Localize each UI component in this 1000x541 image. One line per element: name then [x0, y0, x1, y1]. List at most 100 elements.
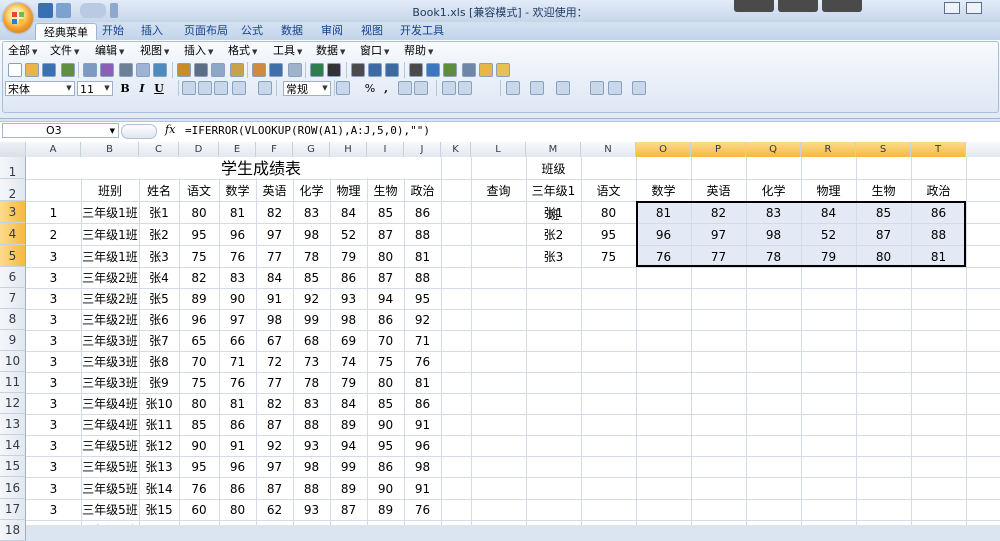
- tab-page-layout[interactable]: 页面布局: [178, 22, 234, 40]
- row-header[interactable]: 14: [0, 435, 26, 456]
- help-icon[interactable]: [632, 81, 646, 95]
- save-icon[interactable]: [42, 63, 56, 77]
- paste-icon[interactable]: [230, 63, 244, 77]
- column-header-o[interactable]: O: [636, 142, 691, 157]
- row-header[interactable]: 5: [0, 245, 26, 267]
- open-icon[interactable]: [25, 63, 39, 77]
- menu-tools[interactable]: 工具 ▼: [273, 44, 302, 58]
- sort-asc-icon[interactable]: [368, 63, 382, 77]
- row-header[interactable]: 8: [0, 309, 26, 330]
- office-button[interactable]: [3, 3, 33, 33]
- tab-view[interactable]: 视图: [356, 22, 388, 40]
- column-header-h[interactable]: H: [330, 142, 367, 157]
- close-button[interactable]: [822, 0, 862, 12]
- folder-icon[interactable]: [496, 63, 510, 77]
- select-all-corner[interactable]: [0, 142, 26, 157]
- drawing-icon[interactable]: [443, 63, 457, 77]
- function-icon[interactable]: [351, 63, 365, 77]
- menu-help[interactable]: 帮助 ▼: [404, 44, 433, 58]
- formula-cancel-toggle[interactable]: [121, 124, 157, 139]
- menu-format[interactable]: 格式 ▼: [228, 44, 257, 58]
- insert-function-button[interactable]: fx: [165, 123, 175, 136]
- menu-data[interactable]: 数据 ▼: [316, 44, 345, 58]
- grid-icon[interactable]: [462, 63, 476, 77]
- currency-icon[interactable]: [336, 81, 350, 95]
- row-header[interactable]: 2: [0, 179, 26, 201]
- tab-formulas[interactable]: 公式: [236, 22, 268, 40]
- preview-icon[interactable]: [136, 63, 150, 77]
- column-header-q[interactable]: Q: [746, 142, 801, 157]
- row-header[interactable]: 7: [0, 288, 26, 309]
- tab-review[interactable]: 审阅: [316, 22, 348, 40]
- italic-button[interactable]: I: [134, 81, 150, 96]
- row-header[interactable]: 13: [0, 414, 26, 435]
- new-file-icon[interactable]: [8, 63, 22, 77]
- column-header-r[interactable]: R: [801, 142, 856, 157]
- format-painter-icon[interactable]: [177, 63, 191, 77]
- formula-input[interactable]: =IFERROR(VLOOKUP(ROW(A1),A:J,5,0),""): [185, 124, 430, 137]
- decrease-decimal-icon[interactable]: [414, 81, 428, 95]
- menu-insert[interactable]: 插入 ▼: [184, 44, 213, 58]
- chart-icon[interactable]: [426, 63, 440, 77]
- increase-indent-icon[interactable]: [458, 81, 472, 95]
- copy-icon[interactable]: [211, 63, 225, 77]
- tab-home[interactable]: 开始: [97, 22, 129, 40]
- font-size-select[interactable]: 11 ▼: [77, 81, 113, 96]
- tab-classic-menu[interactable]: 经典菜单: [35, 23, 97, 41]
- column-header-s[interactable]: S: [856, 142, 911, 157]
- font-name-select[interactable]: 宋体 ▼: [5, 81, 75, 96]
- worksheet-grid[interactable]: 学生成绩表 班别 姓名 语文 数学 英语 化学 物理 生物 政治 1 三年级1班 张1 80 81 82 83 8…: [26, 157, 1000, 525]
- bold-button[interactable]: B: [117, 81, 133, 96]
- font-color-icon[interactable]: [556, 81, 570, 95]
- minimize-button[interactable]: [734, 0, 774, 12]
- sort-desc-icon[interactable]: [385, 63, 399, 77]
- hyperlink-icon[interactable]: [310, 63, 324, 77]
- spelling-icon[interactable]: [100, 63, 114, 77]
- column-header-n[interactable]: N: [581, 142, 636, 157]
- filter-icon[interactable]: [409, 63, 423, 77]
- research-icon[interactable]: [153, 63, 167, 77]
- permission-icon[interactable]: [61, 63, 75, 77]
- borders-icon[interactable]: [506, 81, 520, 95]
- highlight-icon[interactable]: [479, 63, 493, 77]
- restore-button[interactable]: [944, 2, 960, 14]
- increase-decimal-icon[interactable]: [398, 81, 412, 95]
- row-header[interactable]: 11: [0, 372, 26, 393]
- tab-data[interactable]: 数据: [276, 22, 308, 40]
- column-header-l[interactable]: L: [471, 142, 526, 157]
- row-header[interactable]: 18: [0, 520, 26, 541]
- comma-button[interactable]: ,: [378, 81, 394, 96]
- tab-developer[interactable]: 开发工具: [398, 22, 446, 40]
- column-header-m[interactable]: M: [526, 142, 581, 157]
- redo-icon[interactable]: [288, 63, 302, 77]
- column-header-p[interactable]: P: [691, 142, 746, 157]
- row-header[interactable]: 16: [0, 477, 26, 499]
- help-close-button[interactable]: [966, 2, 982, 14]
- column-header-c[interactable]: C: [139, 142, 179, 157]
- column-header-b[interactable]: B: [81, 142, 139, 157]
- row-header[interactable]: 4: [0, 223, 26, 245]
- fill-color-icon[interactable]: [530, 81, 544, 95]
- align-left-icon[interactable]: [182, 81, 196, 95]
- decrease-indent-icon[interactable]: [442, 81, 456, 95]
- menu-all[interactable]: 全部 ▼: [8, 44, 37, 58]
- percent-button[interactable]: %: [362, 81, 378, 96]
- wrap-icon[interactable]: [258, 81, 272, 95]
- column-header-i[interactable]: I: [367, 142, 404, 157]
- print-preview-icon[interactable]: [83, 63, 97, 77]
- row-header[interactable]: 3: [0, 201, 26, 223]
- column-header-g[interactable]: G: [293, 142, 330, 157]
- align-right-icon[interactable]: [214, 81, 228, 95]
- number-format-select[interactable]: 常规 ▼: [283, 81, 331, 96]
- column-header-j[interactable]: J: [404, 142, 441, 157]
- row-header[interactable]: 6: [0, 267, 26, 288]
- comment-icon[interactable]: [590, 81, 604, 95]
- name-box[interactable]: O3 ▼: [2, 123, 119, 138]
- column-header-t[interactable]: T: [911, 142, 966, 157]
- underline-button[interactable]: U: [151, 81, 167, 96]
- align-center-icon[interactable]: [198, 81, 212, 95]
- column-header-e[interactable]: E: [219, 142, 256, 157]
- column-header-k[interactable]: K: [441, 142, 471, 157]
- menu-file[interactable]: 文件 ▼: [50, 44, 79, 58]
- zoom-icon[interactable]: [608, 81, 622, 95]
